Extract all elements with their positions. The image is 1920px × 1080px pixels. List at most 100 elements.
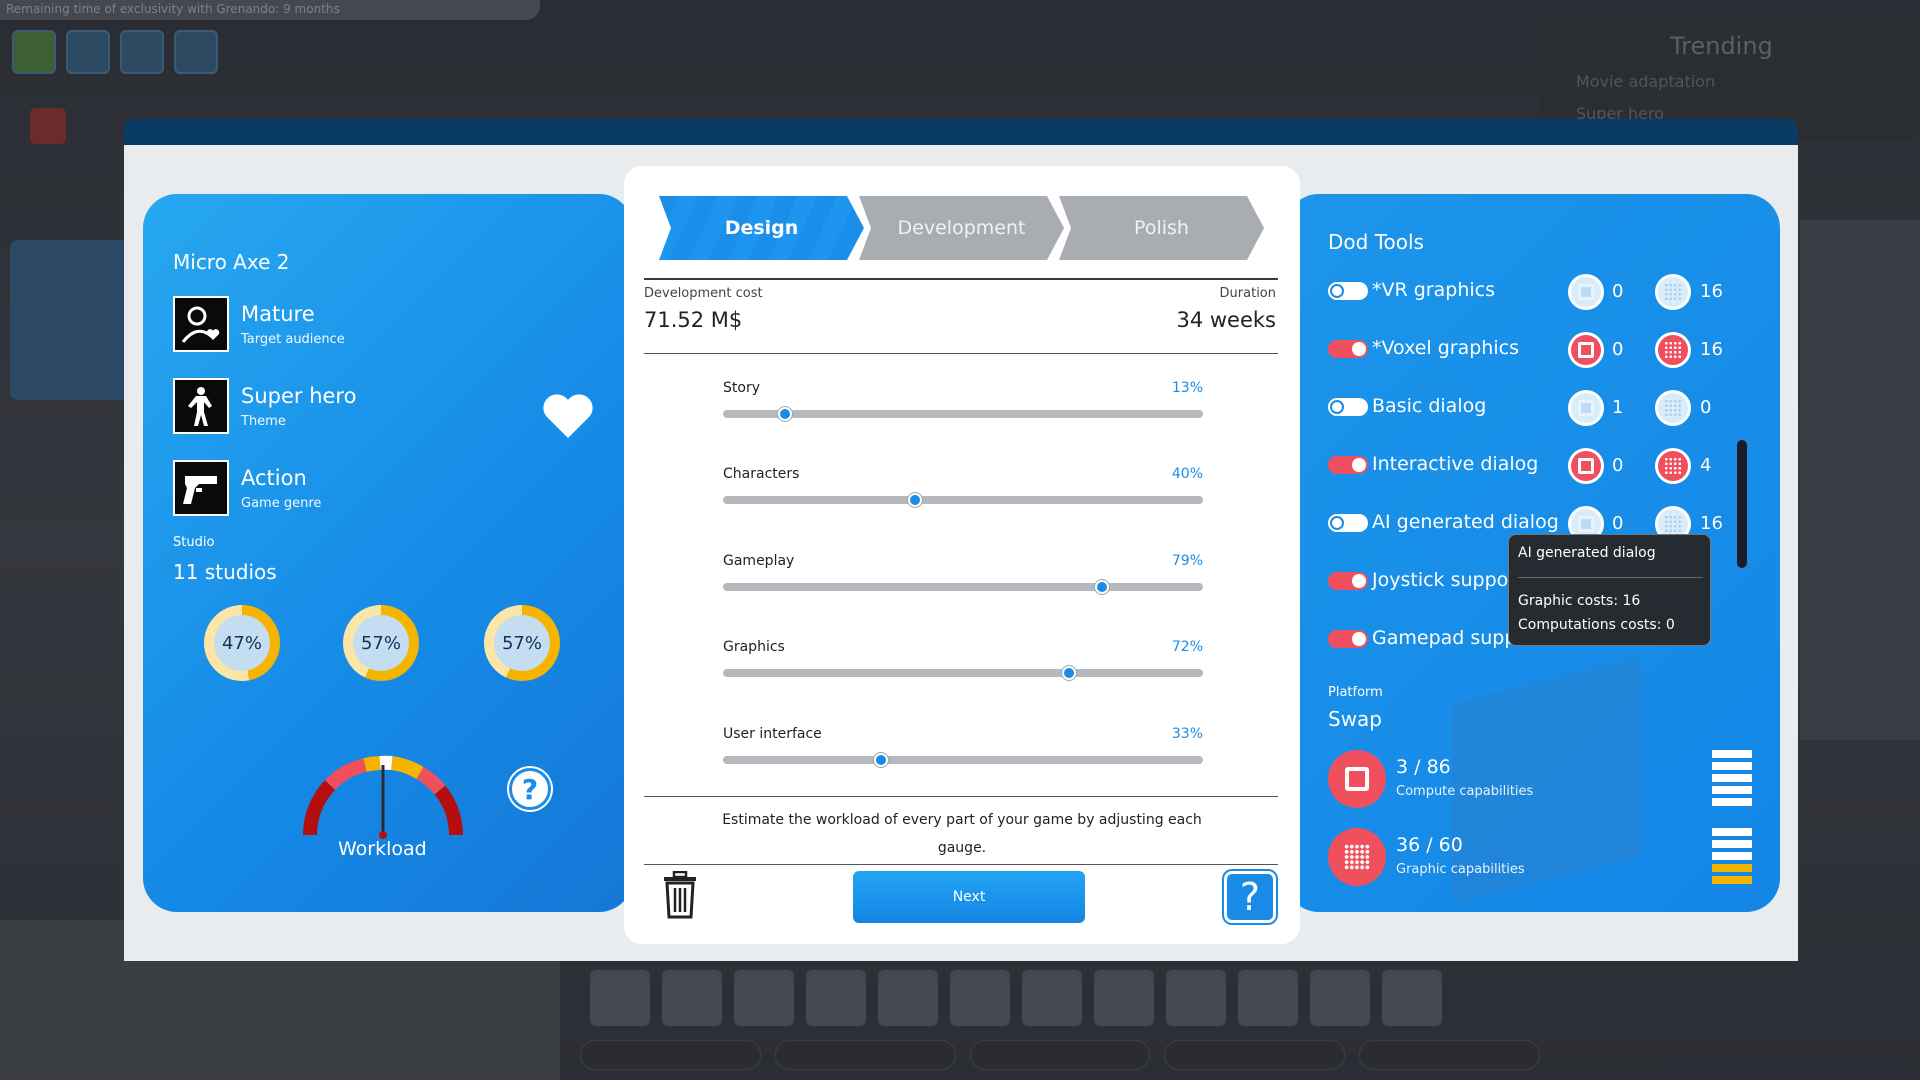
workload-help-button[interactable]: ?	[509, 768, 551, 810]
cpu-chip-icon	[1568, 390, 1604, 426]
favorite-heart-icon[interactable]	[540, 388, 596, 444]
cpu-chip-icon	[1568, 274, 1604, 310]
duration-value: 34 weeks	[1176, 308, 1276, 332]
tool-toggle[interactable]	[1328, 398, 1368, 416]
help-button[interactable]: ?	[1224, 871, 1276, 923]
background-dock	[590, 970, 1530, 1030]
tool-name: Joystick suppo	[1372, 569, 1509, 591]
trending-item: Movie adaptation	[1576, 72, 1716, 91]
background-status-bar	[580, 1040, 1540, 1074]
compute-capabilities-value: 3 / 86	[1396, 756, 1451, 778]
dev-cost-label: Development cost	[644, 286, 763, 301]
slider-handle[interactable]	[1061, 666, 1076, 680]
exclusivity-notice: Remaining time of exclusivity with Grena…	[0, 0, 540, 20]
tab-polish[interactable]: Polish	[1059, 196, 1264, 260]
tool-graphic-cost: 16	[1700, 339, 1723, 360]
slider-handle[interactable]	[778, 407, 793, 421]
compute-capabilities-bars	[1712, 750, 1752, 806]
slider-percent: 13%	[1171, 380, 1203, 396]
tool-row: *Voxel graphics 0 16	[1328, 332, 1768, 368]
tool-name: AI generated dialog	[1372, 511, 1559, 533]
tools-scrollbar[interactable]	[1737, 440, 1747, 568]
tooltip-title: AI generated dialog	[1518, 545, 1656, 561]
graphic-capabilities-row: 36 / 60 Graphic capabilities	[1328, 828, 1768, 888]
gpu-grid-icon	[1655, 274, 1691, 310]
studio-progress-label: 57%	[494, 615, 550, 671]
tool-compute-cost: 0	[1612, 281, 1624, 302]
tool-compute-cost: 0	[1612, 513, 1624, 534]
platform-label: Platform	[1328, 685, 1383, 700]
gpu-grid-icon	[1328, 828, 1386, 886]
slider-track[interactable]	[723, 410, 1203, 418]
slider-handle[interactable]	[1095, 580, 1110, 594]
tooltip-computation-costs: Computations costs: 0	[1518, 617, 1675, 633]
slider-track[interactable]	[723, 583, 1203, 591]
audience-label: Target audience	[241, 331, 345, 347]
slider-track[interactable]	[723, 756, 1203, 764]
theme-row: Super hero Theme	[173, 378, 356, 434]
modal-header-bar	[124, 119, 1798, 145]
tool-name: *VR graphics	[1372, 279, 1495, 301]
calendar-icon	[12, 30, 56, 74]
tool-toggle[interactable]	[1328, 282, 1368, 300]
tab-design[interactable]: Design	[659, 196, 864, 260]
studio-value: 11 studios	[173, 560, 277, 584]
studio-progress-label: 57%	[353, 615, 409, 671]
dev-cost-value: 71.52 M$	[644, 308, 743, 332]
audience-value: Mature	[241, 301, 315, 326]
mature-audience-icon	[173, 296, 229, 352]
stats-icon	[66, 30, 110, 74]
tool-toggle[interactable]	[1328, 456, 1368, 474]
tool-compute-cost: 1	[1612, 397, 1624, 418]
next-button[interactable]: Next	[853, 871, 1085, 923]
tool-tooltip: AI generated dialog Graphic costs: 16 Co…	[1508, 534, 1711, 646]
gpu-grid-icon	[1655, 390, 1691, 426]
compute-capabilities-row: 3 / 86 Compute capabilities	[1328, 750, 1768, 810]
slider-track[interactable]	[723, 669, 1203, 677]
slider-label: Gameplay	[723, 553, 795, 569]
camera-icon	[174, 30, 218, 74]
tool-toggle[interactable]	[1328, 340, 1368, 358]
genre-label: Game genre	[241, 495, 322, 511]
studio-progress-ring: 47%	[204, 605, 280, 681]
tool-row: Interactive dialog 0 4	[1328, 448, 1768, 484]
tool-toggle[interactable]	[1328, 572, 1368, 590]
background-project-card	[10, 240, 135, 400]
tool-name: Interactive dialog	[1372, 453, 1539, 475]
studio-progress-ring: 57%	[484, 605, 560, 681]
divider	[644, 353, 1278, 354]
tool-row: Basic dialog 1 0	[1328, 390, 1768, 426]
background-side-panel	[1800, 220, 1920, 740]
gpu-grid-icon	[1655, 332, 1691, 368]
graphic-capabilities-label: Graphic capabilities	[1396, 862, 1525, 877]
slider-track[interactable]	[723, 496, 1203, 504]
genre-row: Action Game genre	[173, 460, 321, 516]
tab-development[interactable]: Development	[859, 196, 1064, 260]
theme-label: Theme	[241, 413, 286, 429]
tool-row: *VR graphics 0 16	[1328, 274, 1768, 310]
slider-percent: 33%	[1171, 726, 1203, 742]
slider-percent: 79%	[1171, 553, 1203, 569]
gpu-grid-icon	[1655, 448, 1691, 484]
studio-progress-label: 47%	[214, 615, 270, 671]
tool-graphic-cost: 0	[1700, 397, 1712, 418]
tool-toggle[interactable]	[1328, 630, 1368, 648]
slider-handle[interactable]	[874, 753, 889, 767]
slider-label: User interface	[723, 726, 822, 742]
tool-compute-cost: 0	[1612, 455, 1624, 476]
studio-progress-ring: 57%	[343, 605, 419, 681]
game-title: Micro Axe 2	[173, 250, 290, 274]
alert-icon	[30, 108, 66, 144]
graphic-capabilities-value: 36 / 60	[1396, 834, 1463, 856]
workload-label: Workload	[338, 838, 427, 860]
duration-label: Duration	[1219, 286, 1276, 301]
tool-graphic-cost: 4	[1700, 455, 1712, 476]
theme-value: Super hero	[241, 383, 357, 408]
tool-toggle[interactable]	[1328, 514, 1368, 532]
audience-row: Mature Target audience	[173, 296, 345, 352]
slider-handle[interactable]	[908, 493, 922, 507]
cpu-chip-icon	[1568, 332, 1604, 368]
slider-label: Graphics	[723, 639, 785, 655]
trash-icon[interactable]	[662, 871, 698, 919]
tool-name: Basic dialog	[1372, 395, 1487, 417]
